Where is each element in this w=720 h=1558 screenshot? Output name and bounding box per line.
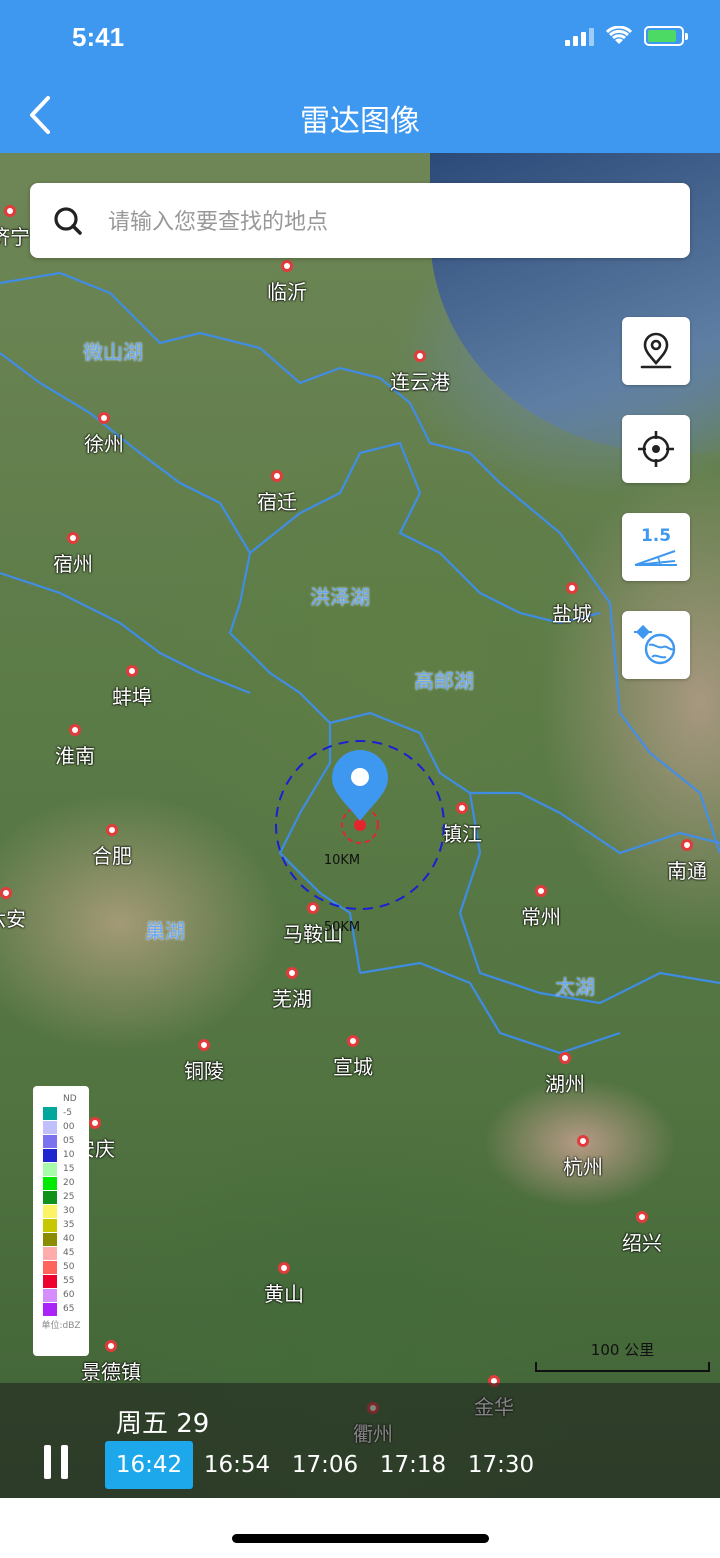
status-icons bbox=[565, 26, 688, 46]
legend-label: 10 bbox=[63, 1150, 75, 1160]
legend-label: 30 bbox=[63, 1206, 75, 1216]
legend-swatch bbox=[43, 1190, 57, 1204]
legend-row: 45 bbox=[33, 1246, 89, 1260]
legend-row: 00 bbox=[33, 1120, 89, 1134]
legend-swatch bbox=[43, 1176, 57, 1190]
radar-station-pin-icon bbox=[332, 750, 388, 821]
legend-row: 55 bbox=[33, 1274, 89, 1288]
legend-label: 35 bbox=[63, 1220, 75, 1230]
legend-label: 50 bbox=[63, 1262, 75, 1272]
location-pin-button[interactable] bbox=[622, 317, 690, 385]
map-pin-icon bbox=[640, 332, 672, 369]
satellite-layer-button[interactable] bbox=[622, 611, 690, 679]
legend-label: 05 bbox=[63, 1136, 75, 1146]
legend-label: 55 bbox=[63, 1276, 75, 1286]
legend-label: 15 bbox=[63, 1164, 75, 1174]
legend-row: -5 bbox=[33, 1106, 89, 1120]
timeline-time-2[interactable]: 17:06 bbox=[281, 1441, 369, 1489]
legend-unit: 单位:dBZ bbox=[41, 1321, 81, 1331]
timeline-day: 周五 29 bbox=[116, 1409, 210, 1439]
elevation-angle-label: 1.5 bbox=[641, 526, 671, 546]
legend-label: 40 bbox=[63, 1234, 75, 1244]
map-scale: 100 公里 bbox=[535, 1339, 710, 1372]
search-icon bbox=[54, 207, 82, 235]
legend-label: ND bbox=[63, 1094, 77, 1104]
legend-label: 20 bbox=[63, 1178, 75, 1188]
scale-label: 100 公里 bbox=[590, 1341, 655, 1359]
legend-label: -5 bbox=[63, 1108, 72, 1118]
legend-label: 60 bbox=[63, 1290, 75, 1300]
search-bar[interactable] bbox=[30, 183, 690, 258]
radar-range-rings bbox=[275, 740, 445, 910]
legend-row: 25 bbox=[33, 1190, 89, 1204]
elevation-angle-button[interactable]: 1.5 bbox=[622, 513, 690, 581]
legend-row: 65 bbox=[33, 1302, 89, 1316]
home-indicator[interactable] bbox=[232, 1534, 489, 1543]
legend-swatch bbox=[43, 1232, 57, 1246]
radar-map[interactable]: 微山湖洪泽湖高邮湖巢湖太湖 济宁临沂连云港徐州宿迁宿州盐城蚌埠淮南镇江南通合肥六… bbox=[0, 153, 720, 1498]
legend-swatch bbox=[43, 1218, 57, 1232]
legend-swatch bbox=[43, 1162, 57, 1176]
legend-row: 30 bbox=[33, 1204, 89, 1218]
cellular-signal-icon bbox=[565, 26, 594, 46]
legend-row: ND bbox=[33, 1092, 89, 1106]
legend-swatch bbox=[43, 1120, 57, 1134]
legend-label: 00 bbox=[63, 1122, 75, 1132]
legend-label: 65 bbox=[63, 1304, 75, 1314]
legend-swatch bbox=[43, 1134, 57, 1148]
legend-swatch bbox=[43, 1204, 57, 1218]
locate-button[interactable] bbox=[622, 415, 690, 483]
top-bar: 5:41 雷达图像 bbox=[0, 0, 720, 153]
timeline-time-1[interactable]: 16:54 bbox=[193, 1441, 281, 1489]
status-time: 5:41 bbox=[72, 22, 125, 52]
legend-row: 05 bbox=[33, 1134, 89, 1148]
timeline-time-4[interactable]: 17:30 bbox=[457, 1441, 545, 1489]
legend-label: 45 bbox=[63, 1248, 75, 1258]
radar-ring-outer-label: 50KM bbox=[323, 920, 361, 935]
legend-row: 15 bbox=[33, 1162, 89, 1176]
legend-row: 10 bbox=[33, 1148, 89, 1162]
page-title: 雷达图像 bbox=[300, 104, 420, 139]
satellite-icon bbox=[634, 624, 676, 665]
search-input[interactable] bbox=[106, 201, 670, 243]
legend-row: 20 bbox=[33, 1176, 89, 1190]
timeline-time-0[interactable]: 16:42 bbox=[105, 1441, 193, 1489]
legend-swatch bbox=[43, 1274, 57, 1288]
wifi-icon bbox=[606, 26, 632, 44]
legend-row: 60 bbox=[33, 1288, 89, 1302]
legend-swatch bbox=[43, 1288, 57, 1302]
legend-swatch bbox=[43, 1302, 57, 1316]
radar-angle-icon: 1.5 bbox=[634, 526, 677, 566]
timeline-time-3[interactable]: 17:18 bbox=[369, 1441, 457, 1489]
radar-legend: ND -5 00 05 10 15 20 25 30 35 40 45 50 55 60 65 单位:dBZ bbox=[33, 1086, 89, 1356]
legend-swatch bbox=[43, 1246, 57, 1260]
timeline-times: 16:42 16:54 17:06 17:18 17:30 bbox=[105, 1441, 545, 1489]
legend-row: 35 bbox=[33, 1218, 89, 1232]
legend-swatch bbox=[43, 1148, 57, 1162]
timeline-bar: 周五 29 16:42 16:54 17:06 17:18 17:30 bbox=[0, 1383, 720, 1498]
legend-row: 40 bbox=[33, 1232, 89, 1246]
scale-bar bbox=[535, 1362, 710, 1372]
legend-swatch bbox=[43, 1260, 57, 1274]
legend-swatch bbox=[43, 1106, 57, 1120]
crosshair-icon bbox=[638, 431, 674, 467]
legend-label: 25 bbox=[63, 1192, 75, 1202]
battery-icon bbox=[644, 26, 688, 46]
pause-icon bbox=[44, 1445, 51, 1479]
legend-swatch bbox=[43, 1092, 57, 1106]
pause-button[interactable] bbox=[28, 1433, 82, 1493]
radar-ring-inner-label: 10KM bbox=[323, 853, 361, 868]
home-area bbox=[0, 1498, 720, 1558]
legend-row: 50 bbox=[33, 1260, 89, 1274]
